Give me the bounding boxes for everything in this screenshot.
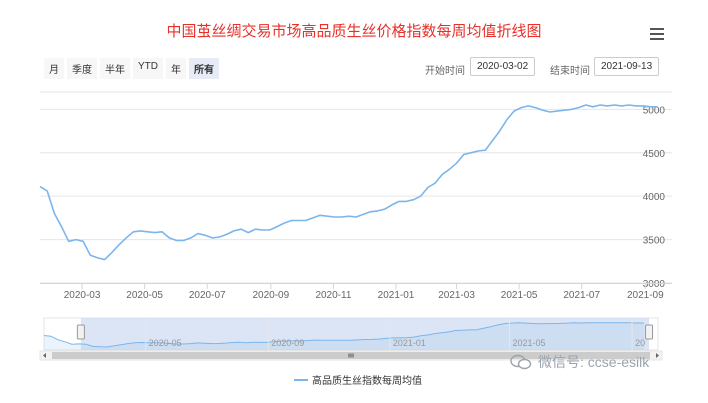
- navigator-label: 2020-09: [271, 338, 304, 348]
- x-tick-label: 2020-11: [315, 290, 351, 301]
- x-tick-label: 2021-05: [501, 290, 538, 301]
- series-line[interactable]: [39, 104, 658, 261]
- y-tick-label: 3000: [643, 279, 666, 290]
- y-tick-label: 4500: [643, 149, 666, 160]
- x-tick-label: 2020-07: [189, 290, 226, 301]
- x-tick-label: 2021-07: [563, 290, 600, 301]
- legend-item[interactable]: 高品质生丝指数每周均值: [294, 372, 422, 387]
- navigator-label: 2020-05: [149, 338, 182, 348]
- y-tick-label: 3500: [643, 236, 666, 247]
- x-tick-label: 2021-03: [438, 290, 475, 301]
- x-tick-label: 2021-01: [378, 290, 415, 301]
- navigator-label: 2021-05: [512, 338, 545, 348]
- wechat-icon: [510, 354, 532, 370]
- legend-label: 高品质生丝指数每周均值: [312, 376, 422, 387]
- x-tick-label: 2020-09: [252, 290, 289, 301]
- price-index-chart: 300035004000450050002020-03 2020-05 2020-0…: [39, 91, 672, 361]
- navigator-left-handle[interactable]: [76, 324, 85, 340]
- navigator-label: 20: [635, 338, 645, 348]
- x-tick-label: 2020-03: [64, 290, 101, 301]
- legend-swatch: [294, 378, 308, 381]
- x-tick-label: 2020-05: [126, 290, 163, 301]
- navigator-right-handle[interactable]: [645, 324, 654, 340]
- watermark-text: 微信号: ccse-esilk: [538, 354, 650, 370]
- x-tick-label: 2021-09: [627, 290, 664, 301]
- watermark: 微信号: ccse-esilk: [510, 352, 649, 372]
- y-tick-label: 4000: [643, 192, 666, 203]
- navigator-label: 2021-01: [393, 338, 426, 348]
